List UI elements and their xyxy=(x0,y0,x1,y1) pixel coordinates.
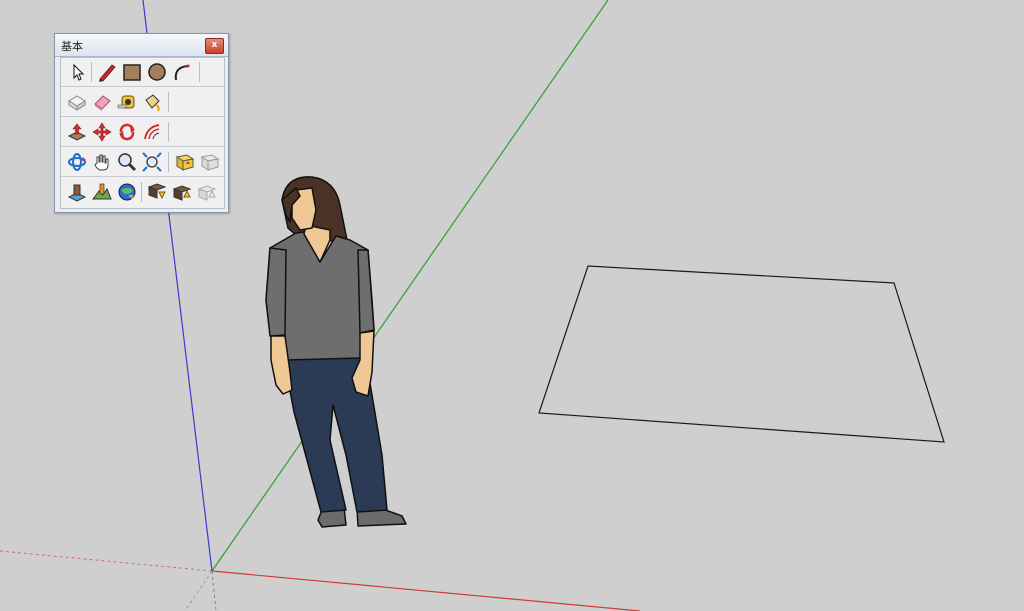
separator xyxy=(91,62,92,82)
tool-row-warehouse xyxy=(61,178,224,206)
palette-title: 基本 xyxy=(61,40,83,53)
orbit-tool-icon[interactable] xyxy=(66,151,88,173)
arc-tool-icon[interactable] xyxy=(171,61,193,83)
palette-tools xyxy=(60,57,225,209)
pan-tool-icon[interactable] xyxy=(91,151,113,173)
tape-measure-tool-icon[interactable] xyxy=(116,91,138,113)
share-component-icon[interactable] xyxy=(196,181,218,203)
separator xyxy=(141,182,142,202)
get-models-icon[interactable] xyxy=(146,181,168,203)
next-view-icon[interactable] xyxy=(199,151,221,173)
push-pull-tool-icon[interactable] xyxy=(66,121,88,143)
make-component-icon[interactable] xyxy=(66,91,88,113)
add-location-icon[interactable] xyxy=(66,181,88,203)
left-arm xyxy=(265,247,287,337)
separator xyxy=(199,62,200,82)
offset-tool-icon[interactable] xyxy=(141,121,163,143)
paint-bucket-tool-icon[interactable] xyxy=(141,91,163,113)
right-arm xyxy=(357,249,375,334)
line-tool-icon[interactable] xyxy=(96,61,118,83)
drawn-rectangle[interactable] xyxy=(538,265,945,443)
select-tool-icon[interactable] xyxy=(66,61,88,83)
red-axis xyxy=(211,570,641,611)
eraser-tool-icon[interactable] xyxy=(91,91,113,113)
rotate-tool-icon[interactable] xyxy=(116,121,138,143)
tool-row-edit xyxy=(61,88,224,117)
share-model-icon[interactable] xyxy=(171,181,193,203)
zoom-tool-icon[interactable] xyxy=(116,151,138,173)
modeling-viewport[interactable]: 基本 x xyxy=(0,0,1024,611)
zoom-extents-tool-icon[interactable] xyxy=(141,151,163,173)
blue-axis-negative xyxy=(211,570,217,611)
toggle-terrain-icon[interactable] xyxy=(91,181,113,203)
separator xyxy=(168,92,169,112)
previous-view-icon[interactable] xyxy=(174,151,196,173)
tool-row-camera xyxy=(61,148,224,177)
move-tool-icon[interactable] xyxy=(91,121,113,143)
rectangle-tool-icon[interactable] xyxy=(121,61,143,83)
separator xyxy=(168,152,169,172)
red-axis-negative xyxy=(0,550,213,572)
photo-textures-icon[interactable] xyxy=(116,181,138,203)
tool-palette: 基本 x xyxy=(54,33,229,213)
circle-tool-icon[interactable] xyxy=(146,61,168,83)
person-figure[interactable] xyxy=(265,176,407,528)
green-axis-negative xyxy=(184,570,213,611)
close-button[interactable]: x xyxy=(205,38,224,54)
tool-row-draw xyxy=(61,58,224,87)
separator xyxy=(168,122,169,142)
tool-row-modify xyxy=(61,118,224,147)
palette-titlebar[interactable]: 基本 x xyxy=(55,34,228,57)
